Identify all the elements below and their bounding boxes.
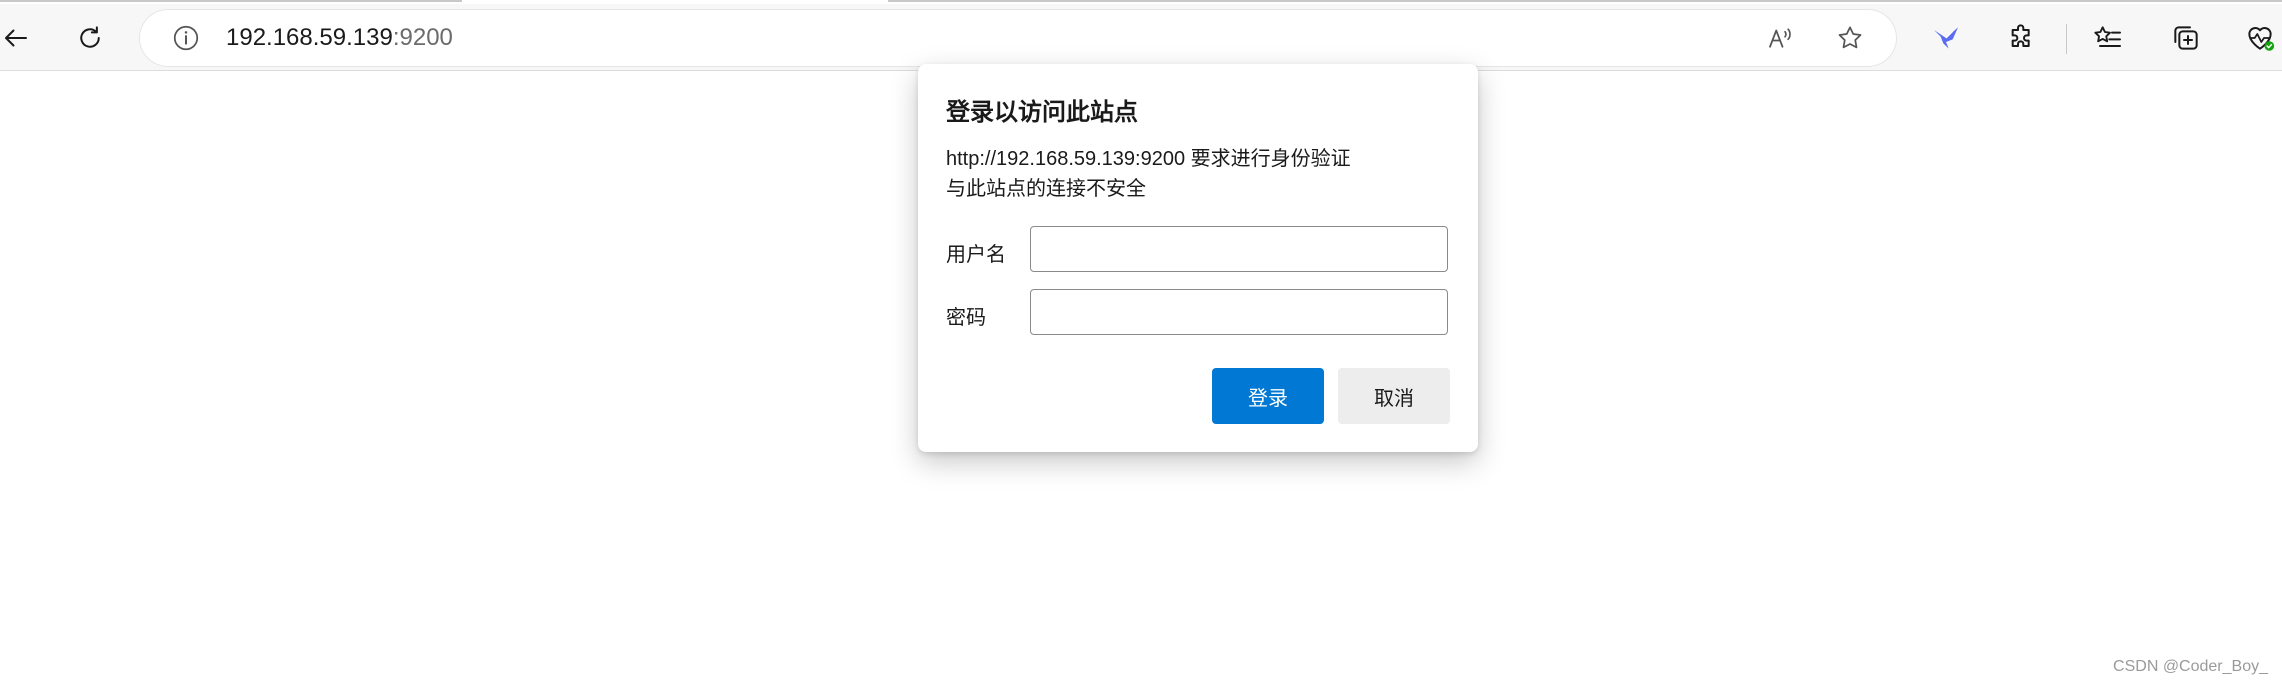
back-arrow-icon — [5, 29, 27, 47]
performance-button[interactable] — [2240, 18, 2280, 58]
browser-toolbar: 192.168.59.139:9200 — [0, 4, 2282, 71]
auth-dialog: 登录以访问此站点 http://192.168.59.139:9200 要求进行… — [918, 64, 1478, 452]
extensions-button[interactable] — [2002, 18, 2042, 58]
tab-edge-right — [888, 0, 2282, 2]
cancel-button[interactable]: 取消 — [1338, 368, 1450, 424]
address-host: 192.168.59.139 — [226, 24, 393, 51]
dialog-title: 登录以访问此站点 — [946, 99, 1138, 126]
collections-button[interactable] — [2166, 18, 2206, 58]
password-label: 密码 — [946, 307, 986, 329]
auth-request-message: http://192.168.59.139:9200 要求进行身份验证 — [946, 148, 1351, 170]
read-aloud-button[interactable] — [1762, 20, 1798, 56]
favorites-list-button[interactable] — [2088, 18, 2128, 58]
info-icon — [173, 25, 199, 51]
tab-edge-left — [0, 0, 462, 2]
star-icon — [1838, 26, 1862, 49]
address-url[interactable]: 192.168.59.139:9200 — [226, 24, 453, 52]
address-bar[interactable]: 192.168.59.139:9200 — [140, 10, 1896, 66]
refresh-icon — [80, 26, 100, 48]
favorites-list-icon — [2094, 26, 2121, 47]
password-field[interactable] — [1030, 289, 1448, 335]
site-info-button[interactable] — [170, 22, 202, 54]
insecure-connection-message: 与此站点的连接不安全 — [946, 178, 1146, 200]
favorite-button[interactable] — [1832, 20, 1868, 56]
refresh-button[interactable] — [68, 16, 112, 60]
address-port: :9200 — [392, 24, 453, 51]
bird-extension-button[interactable] — [1926, 18, 1966, 58]
username-label: 用户名 — [946, 244, 1006, 266]
username-field[interactable] — [1030, 226, 1448, 272]
heartbeat-icon — [2248, 27, 2275, 51]
toolbar-separator — [2066, 24, 2067, 54]
watermark: CSDN @Coder_Boy_ — [2113, 658, 2268, 675]
login-button[interactable]: 登录 — [1212, 368, 1324, 424]
read-aloud-icon — [1769, 28, 1791, 48]
bird-extension-icon — [1934, 27, 1958, 49]
back-button[interactable] — [0, 16, 38, 60]
puzzle-icon — [2011, 24, 2030, 47]
collections-icon — [2174, 26, 2198, 50]
